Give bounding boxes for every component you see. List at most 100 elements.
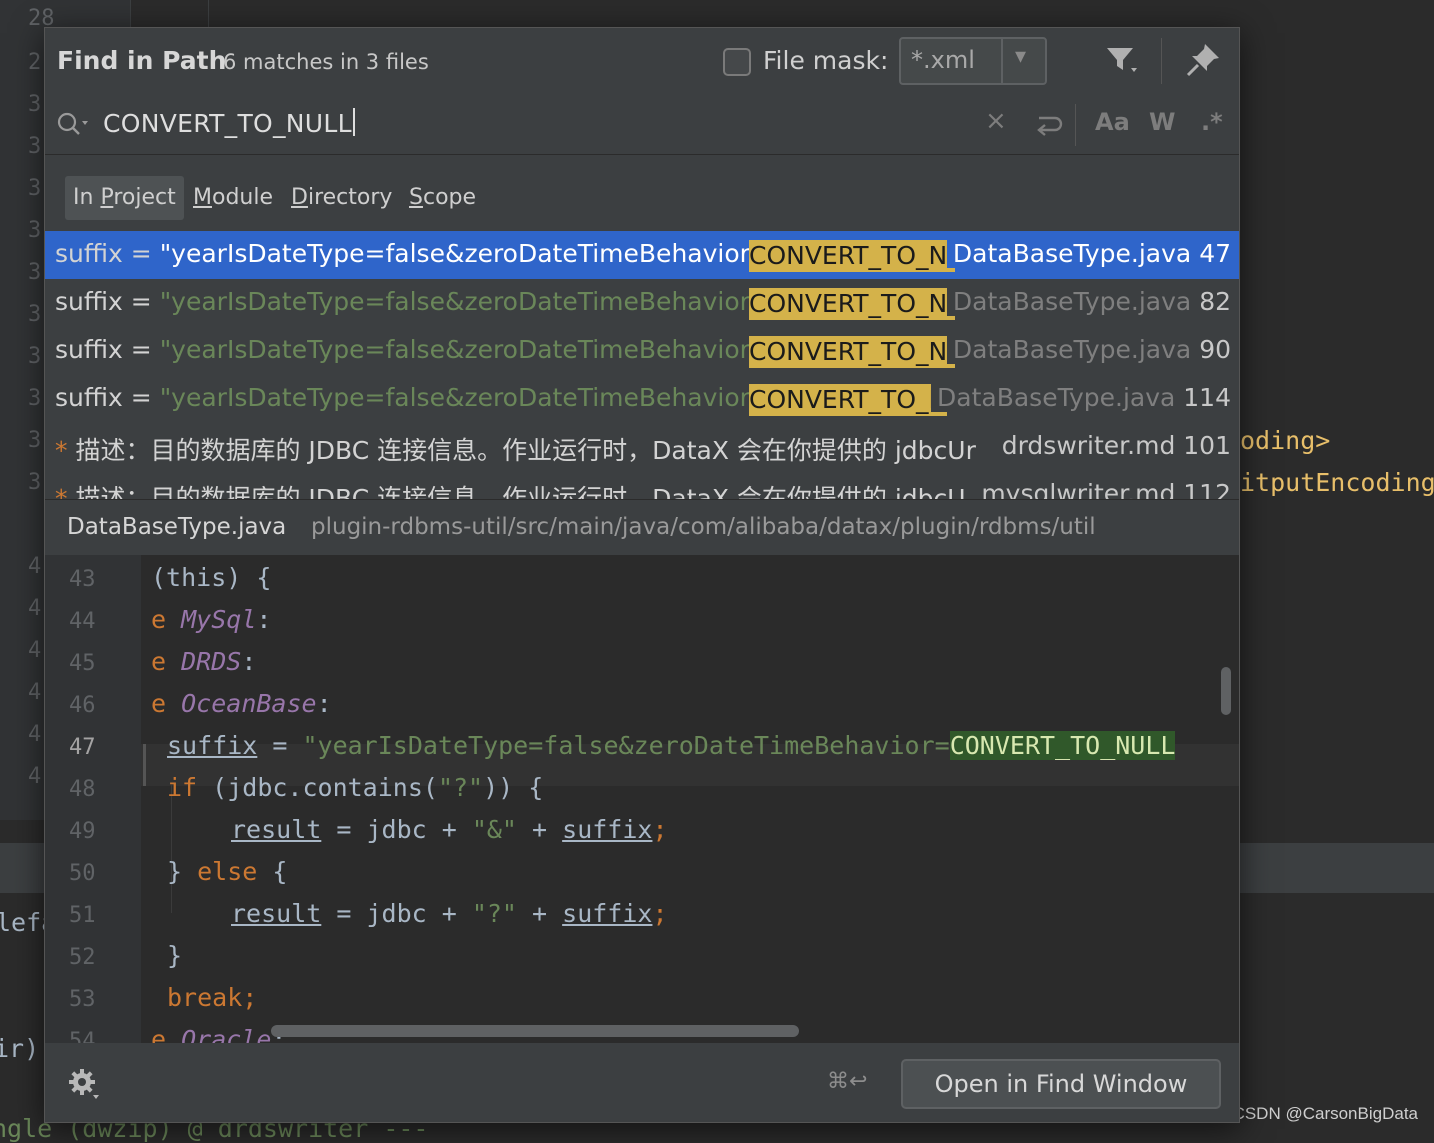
tab-scope[interactable]: Scope: [401, 176, 484, 220]
result-location: DataBaseType.java 47: [946, 239, 1231, 268]
shortcut-hint: ⌘↩: [827, 1069, 868, 1094]
clear-icon[interactable]: ×: [985, 106, 1007, 136]
tab-module[interactable]: Module: [185, 176, 281, 220]
line-number: 49: [69, 819, 96, 844]
result-match: CONVERT_TO_N: [749, 240, 955, 272]
result-location: drdswriter.md 101: [995, 431, 1231, 460]
background-line-number: 4: [28, 554, 42, 579]
find-in-path-dialog: Find in Path 6 matches in 3 files File m…: [44, 27, 1240, 1123]
result-text: * 描述：目的数据库的 JDBC 连接信息。作业运行时，DataX 会在你提供的…: [55, 484, 966, 499]
background-line-number: 3: [28, 302, 42, 327]
line-number: 53: [69, 987, 96, 1012]
background-divider: [208, 0, 209, 30]
result-row[interactable]: suffix = "yearIsDateType=false&zeroDateT…: [45, 231, 1239, 279]
whole-words-button[interactable]: W: [1149, 108, 1175, 136]
background-line-number: 3: [28, 386, 42, 411]
search-query[interactable]: CONVERT_TO_NULL: [103, 109, 352, 138]
background-code-fragment: ir): [0, 1034, 40, 1063]
file-mask-label[interactable]: File mask:: [763, 46, 888, 75]
result-match: CONVERT_TO_N: [749, 288, 955, 320]
code-preview[interactable]: 43 44 45 46 47 48 49 50 51 52 53 54 (thi…: [45, 555, 1239, 1043]
tab-directory[interactable]: Directory: [283, 176, 400, 220]
result-text: * 描述：目的数据库的 JDBC 连接信息。作业运行时，DataX 会在你提供的…: [55, 436, 976, 465]
line-number: 50: [69, 861, 96, 886]
background-code-fragment: oding>: [1240, 426, 1331, 455]
code-line: e MySql:: [151, 605, 272, 634]
line-number: 51: [69, 903, 96, 928]
text-caret: [352, 108, 355, 136]
filter-icon[interactable]: [1103, 40, 1143, 80]
code-line: }: [167, 941, 183, 970]
result-row[interactable]: * 描述：目的数据库的 JDBC 连接信息。作业运行时，DataX 会在你提供的…: [45, 471, 1239, 499]
preview-file-path: plugin-rdbms-util/src/main/java/com/alib…: [311, 514, 1096, 540]
result-match: CONVERT_TO_N: [749, 336, 955, 368]
watermark: CSDN @CarsonBigData: [1232, 1104, 1418, 1123]
result-location: DataBaseType.java 90: [946, 335, 1231, 364]
regex-button[interactable]: .*: [1201, 108, 1223, 136]
line-number: 45: [69, 651, 96, 676]
result-location: DataBaseType.java 114: [931, 383, 1231, 412]
result-text: suffix = "yearIsDateType=false&zeroDateT…: [55, 335, 771, 364]
background-line-number: 3: [28, 428, 42, 453]
preview-path-bar: DataBaseType.java plugin-rdbms-util/src/…: [45, 499, 1239, 556]
file-mask-value[interactable]: *.xml: [911, 46, 975, 74]
dialog-header: Find in Path 6 matches in 3 files File m…: [45, 28, 1239, 97]
tab-in-project[interactable]: In Project: [65, 176, 184, 220]
search-row: CONVERT_TO_NULL × Aa W .*: [45, 96, 1239, 155]
result-row[interactable]: suffix = "yearIsDateType=false&zeroDateT…: [45, 375, 1239, 423]
code-line: (this) {: [151, 563, 272, 592]
new-line-icon[interactable]: [1033, 112, 1063, 140]
background-line-number: 4: [28, 596, 42, 621]
gear-icon[interactable]: [67, 1067, 101, 1101]
file-mask-checkbox[interactable]: [723, 48, 751, 76]
match-case-button[interactable]: Aa: [1095, 108, 1130, 136]
result-text: suffix = "yearIsDateType=false&zeroDateT…: [55, 239, 771, 268]
preview-match: CONVERT_TO_NULL: [949, 731, 1176, 760]
chevron-down-icon: ▾: [1015, 44, 1027, 69]
background-line-number: 4: [28, 638, 42, 663]
result-location: DataBaseType.java 82: [946, 287, 1231, 316]
result-location: mysqlwriter.md 112: [975, 479, 1231, 499]
code-line: result = jdbc + "&" + suffix;: [231, 815, 668, 844]
result-row[interactable]: suffix = "yearIsDateType=false&zeroDateT…: [45, 327, 1239, 375]
file-mask-dropdown[interactable]: ▾: [1001, 39, 1047, 83]
line-number: 54: [69, 1029, 96, 1043]
result-row[interactable]: suffix = "yearIsDateType=false&zeroDateT…: [45, 279, 1239, 327]
code-line: break;: [167, 983, 258, 1012]
dialog-title: Find in Path: [57, 46, 227, 75]
code-line: suffix = "yearIsDateType=false&zeroDateT…: [167, 731, 1176, 760]
code-line: e OceanBase:: [151, 689, 332, 718]
line-number: 48: [69, 777, 96, 802]
background-line-number: 3: [28, 134, 42, 159]
result-row[interactable]: * 描述：目的数据库的 JDBC 连接信息。作业运行时，DataX 会在你提供的…: [45, 423, 1239, 471]
line-number: 43: [69, 567, 96, 592]
background-line-number: 4: [28, 680, 42, 705]
background-line-number: 4: [28, 722, 42, 747]
code-line: e DRDS:: [151, 647, 257, 676]
scope-tabs: In Project Module Directory Scope: [45, 168, 1239, 228]
vertical-scrollbar[interactable]: [1221, 667, 1231, 715]
results-list: suffix = "yearIsDateType=false&zeroDateT…: [45, 231, 1239, 499]
file-mask-combobox[interactable]: *.xml ▾: [899, 37, 1047, 85]
background-line-number: 3: [28, 344, 42, 369]
code-line: e Oracle:: [151, 1025, 286, 1043]
header-separator: [1161, 38, 1162, 84]
background-line-number: 3: [28, 176, 42, 201]
search-icon[interactable]: [55, 110, 91, 140]
line-number: 52: [69, 945, 96, 970]
search-separator: [1075, 104, 1076, 146]
result-text: suffix = "yearIsDateType=false&zeroDateT…: [55, 383, 771, 412]
dialog-footer: ⌘↩ Open in Find Window: [45, 1043, 1239, 1122]
search-input[interactable]: CONVERT_TO_NULL: [103, 108, 355, 138]
horizontal-scrollbar[interactable]: [271, 1025, 799, 1037]
line-number: 47: [69, 735, 96, 760]
pin-icon[interactable]: [1183, 40, 1223, 80]
line-number: 44: [69, 609, 96, 634]
open-in-find-window-button[interactable]: Open in Find Window: [901, 1059, 1221, 1109]
code-line: if (jdbc.contains("?")) {: [167, 773, 544, 802]
current-line-marker: [143, 744, 146, 786]
indent-guide: [171, 785, 172, 913]
result-text: suffix = "yearIsDateType=false&zeroDateT…: [55, 287, 771, 316]
background-line-number: 3: [28, 260, 42, 285]
background-line-number: 3: [28, 218, 42, 243]
